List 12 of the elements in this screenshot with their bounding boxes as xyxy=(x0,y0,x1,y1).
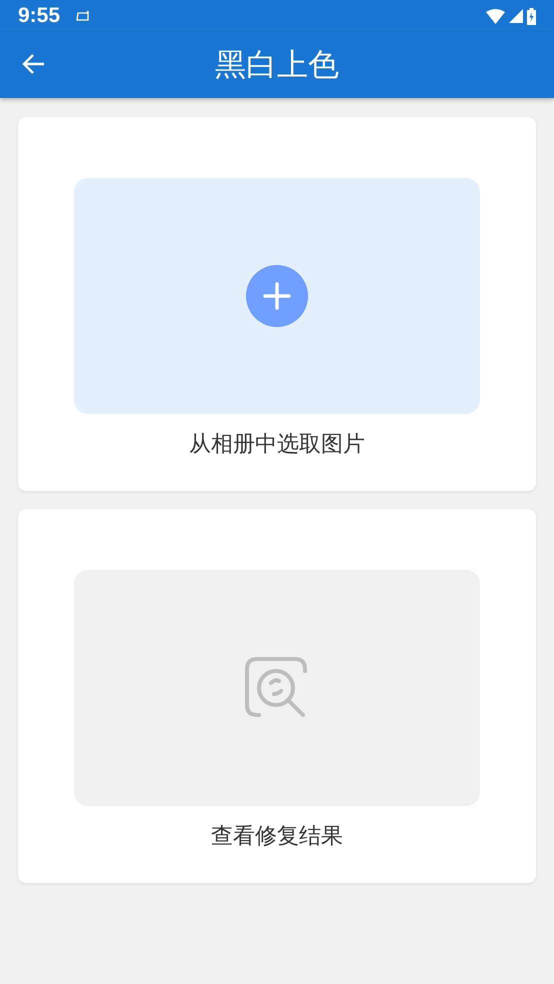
signal-icon xyxy=(509,9,523,23)
card-label: 从相册中选取图片 xyxy=(188,431,366,459)
image-picker[interactable] xyxy=(74,178,480,414)
add-icon xyxy=(246,265,308,327)
back-button[interactable] xyxy=(22,53,46,75)
page-title: 黑白上色 xyxy=(215,46,339,85)
notification-icon xyxy=(76,9,90,23)
search-icon xyxy=(245,657,309,719)
status-time: 9:55 xyxy=(18,3,60,30)
card-label: 查看修复结果 xyxy=(210,823,344,851)
wifi-icon xyxy=(486,8,505,24)
battery-icon xyxy=(527,8,536,24)
